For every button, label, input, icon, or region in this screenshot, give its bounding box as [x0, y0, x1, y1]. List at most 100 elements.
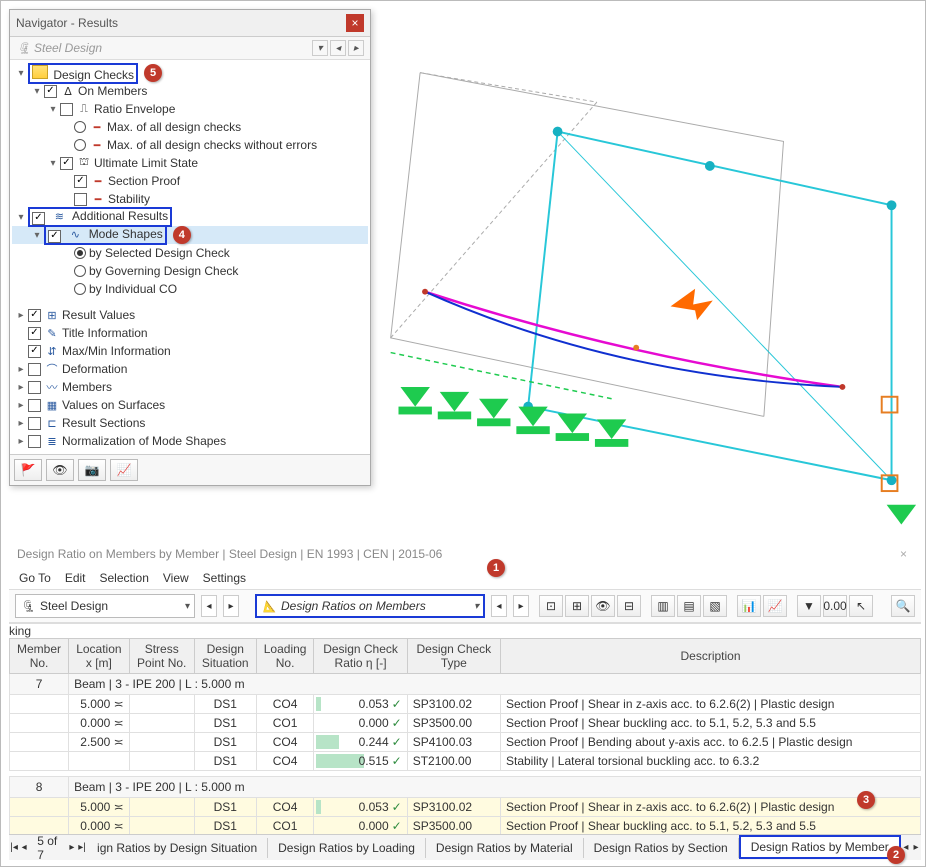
tree-label[interactable]: Result Sections	[62, 416, 145, 430]
tree-label[interactable]: Deformation	[62, 362, 127, 376]
tabstrip-next[interactable]: ▸	[911, 842, 921, 853]
decimals-button[interactable]: 0.00	[823, 595, 847, 617]
col-loading[interactable]: Loading No.	[256, 639, 314, 674]
table-row[interactable]: 2.500 ≍ DS1 CO4 0.244 ✓ SP4100.03 Sectio…	[10, 733, 921, 752]
table-row[interactable]: 5.000 ≍ DS1 CO4 0.053 ✓ SP3100.02 Sectio…	[10, 695, 921, 714]
table-combo[interactable]: 📐 Design Ratios on Members ▾	[255, 594, 485, 618]
tool-button[interactable]: 📊	[737, 595, 761, 617]
checkbox[interactable]	[28, 327, 41, 340]
group-row[interactable]: 8Beam | 3 - IPE 200 | L : 5.000 m	[10, 777, 921, 798]
menu-goto[interactable]: Go To	[19, 571, 51, 585]
expander-icon[interactable]	[14, 212, 28, 223]
tool-button[interactable]: ▤	[677, 595, 701, 617]
navigator-titlebar[interactable]: Navigator - Results ×	[10, 10, 370, 37]
chevron-down-icon[interactable]: ▾	[312, 40, 328, 56]
model-viewport[interactable]	[371, 9, 921, 539]
tool-button[interactable]: ⊟	[617, 595, 641, 617]
tree-label[interactable]: Section Proof	[108, 174, 180, 188]
radio[interactable]	[74, 121, 86, 133]
col-type[interactable]: Design Check Type	[407, 639, 500, 674]
tab-scroll-last[interactable]: ▸|	[77, 842, 87, 853]
tree-label[interactable]: Max/Min Information	[62, 344, 171, 358]
prev-table-button[interactable]: ◂	[491, 595, 507, 617]
tool-button[interactable]: 👁	[591, 595, 615, 617]
checkbox[interactable]	[28, 399, 41, 412]
tab-by-situation[interactable]: ign Ratios by Design Situation	[87, 838, 268, 858]
flag-button[interactable]: 🚩	[14, 459, 42, 481]
tab-by-section[interactable]: Design Ratios by Section	[584, 838, 739, 858]
checkbox[interactable]	[28, 381, 41, 394]
expander-icon[interactable]	[14, 310, 28, 321]
col-member[interactable]: Member No.	[10, 639, 69, 674]
mode-shapes-node[interactable]: ∿ Mode Shapes	[44, 225, 167, 245]
tree-label[interactable]: Title Information	[62, 326, 148, 340]
table-row[interactable]: 0.000 ≍ DS1 CO1 0.000 ✓ SP3500.00 Sectio…	[10, 714, 921, 733]
prev-module-button[interactable]: ◂	[201, 595, 217, 617]
next-module-button[interactable]: ▸	[223, 595, 239, 617]
eye-button[interactable]: 👁	[46, 459, 74, 481]
tab-by-loading[interactable]: Design Ratios by Loading	[268, 838, 426, 858]
tool-button[interactable]: ⊡	[539, 595, 563, 617]
radio[interactable]	[74, 265, 86, 277]
checkbox[interactable]	[74, 193, 87, 206]
find-button[interactable]: 🔍	[891, 595, 915, 617]
tree-label[interactable]: Max. of all design checks without errors	[107, 138, 317, 152]
tab-by-member[interactable]: Design Ratios by Member	[739, 835, 901, 859]
checkbox[interactable]	[28, 309, 41, 322]
menu-edit[interactable]: Edit	[65, 571, 86, 585]
tree-label[interactable]: by Governing Design Check	[89, 264, 238, 278]
tab-scroll-first[interactable]: |◂	[9, 842, 19, 853]
tree-label[interactable]: Members	[62, 380, 112, 394]
close-icon[interactable]: ×	[900, 547, 913, 561]
results-grid[interactable]: king Member No. Location x [m]Stress Poi…	[9, 623, 921, 834]
close-icon[interactable]: ×	[346, 14, 364, 32]
expander-icon[interactable]	[14, 418, 28, 429]
tree-label[interactable]: by Individual CO	[89, 282, 177, 296]
group-row[interactable]: 7Beam | 3 - IPE 200 | L : 5.000 m	[10, 674, 921, 695]
checkbox[interactable]	[60, 103, 73, 116]
graph-button[interactable]: 📈	[110, 459, 138, 481]
col-location[interactable]: Location x [m]	[69, 639, 130, 674]
checkbox[interactable]	[60, 157, 73, 170]
col-stress[interactable]: Stress Point No.	[129, 639, 194, 674]
tool-button[interactable]: ▧	[703, 595, 727, 617]
expander-icon[interactable]	[30, 86, 44, 97]
checkbox[interactable]	[44, 85, 57, 98]
radio[interactable]	[74, 283, 86, 295]
expander-icon[interactable]	[14, 382, 28, 393]
module-combo[interactable]: 🗜 Steel Design ▾	[15, 594, 195, 618]
col-ds[interactable]: Design Situation	[194, 639, 256, 674]
expander-icon[interactable]	[14, 436, 28, 447]
next-table-button[interactable]: ▸	[513, 595, 529, 617]
tab-scroll-prev[interactable]: ◂	[19, 842, 29, 853]
expander-icon[interactable]	[46, 158, 60, 169]
checkbox[interactable]	[74, 175, 87, 188]
tree-label[interactable]: Values on Surfaces	[62, 398, 165, 412]
tree-label[interactable]: Normalization of Mode Shapes	[62, 434, 226, 448]
tree-label[interactable]: On Members	[78, 84, 147, 98]
expander-icon[interactable]	[14, 68, 28, 79]
menu-selection[interactable]: Selection	[100, 571, 149, 585]
tool-button[interactable]: ▥	[651, 595, 675, 617]
menu-view[interactable]: View	[163, 571, 189, 585]
expander-icon[interactable]	[14, 400, 28, 411]
tree-label[interactable]: Stability	[108, 192, 150, 206]
navigator-category-combo[interactable]: 🗜 Steel Design ▾ ◂ ▸	[10, 37, 370, 60]
checkbox[interactable]	[28, 435, 41, 448]
tool-button[interactable]: 📈	[763, 595, 787, 617]
table-row[interactable]: 5.000 ≍ DS1 CO4 0.053 ✓ SP3100.02 Sectio…	[10, 798, 921, 817]
tree-label[interactable]: Result Values	[62, 308, 135, 322]
tab-scroll-next[interactable]: ▸	[67, 842, 77, 853]
checkbox[interactable]	[28, 417, 41, 430]
checkbox[interactable]	[28, 345, 41, 358]
expander-icon[interactable]	[14, 364, 28, 375]
nav-prev-icon[interactable]: ◂	[330, 40, 346, 56]
tree-label[interactable]: Max. of all design checks	[107, 120, 241, 134]
col-desc[interactable]: Description	[501, 639, 921, 674]
checkbox[interactable]	[28, 363, 41, 376]
col-ratio[interactable]: Design Check Ratio η [-]	[314, 639, 407, 674]
radio[interactable]	[74, 247, 86, 259]
design-checks-node[interactable]: Design Checks	[28, 63, 138, 84]
nav-next-icon[interactable]: ▸	[348, 40, 364, 56]
filter-button[interactable]: ▼	[797, 595, 821, 617]
